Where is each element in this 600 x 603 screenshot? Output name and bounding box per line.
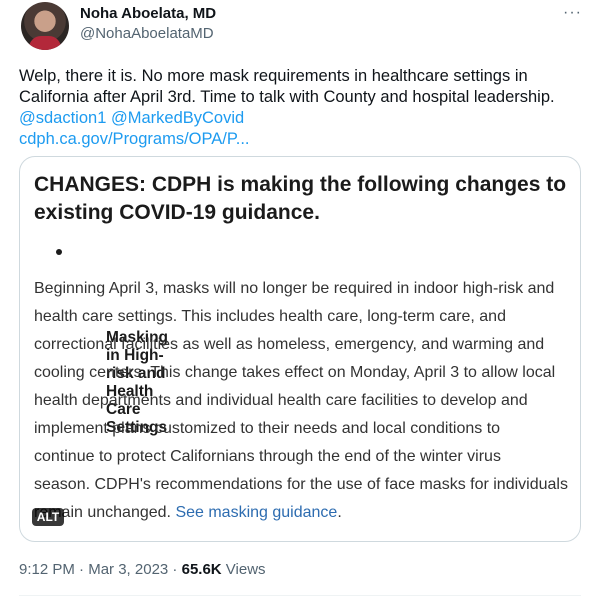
card-title: CHANGES: CDPH is making the following ch… xyxy=(34,173,567,224)
tweet-text: Welp, there it is. No more mask requirem… xyxy=(19,66,589,150)
meta-separator: · xyxy=(74,561,89,578)
tweet-line-2: California after April 3rd. Time to talk… xyxy=(19,88,555,106)
card-body-line: season. CDPH's recommendations for the u… xyxy=(34,476,568,493)
tweet-url-link[interactable]: cdph.ca.gov/Programs/OPA/P... xyxy=(19,129,589,150)
avatar[interactable] xyxy=(21,2,69,50)
author-handle[interactable]: @NohaAboelataMD xyxy=(80,25,214,42)
image-card[interactable]: CHANGES: CDPH is making the following ch… xyxy=(19,156,581,542)
masking-guidance-link[interactable]: See masking guidance xyxy=(175,504,337,521)
meta-separator: · xyxy=(168,561,182,578)
bullet-icon xyxy=(56,249,62,255)
mention-sdaction1[interactable]: @sdaction1 xyxy=(19,109,106,127)
card-body-line: health departments and individual health… xyxy=(34,392,528,409)
divider xyxy=(19,595,581,596)
card-link-suffix: . xyxy=(337,504,342,521)
tweet-line-1: Welp, there it is. No more mask requirem… xyxy=(19,67,528,85)
tweet-date[interactable]: Mar 3, 2023 xyxy=(88,561,168,578)
more-options-icon[interactable]: ··· xyxy=(563,4,582,22)
alt-badge[interactable]: ALT xyxy=(32,508,64,526)
tweet-time[interactable]: 9:12 PM xyxy=(19,561,75,578)
card-body-line: cooling centers. This change takes effec… xyxy=(34,364,556,381)
card-body-line: continue to protect Californians through… xyxy=(34,448,501,465)
card-body-line: implement plans customized to their need… xyxy=(34,420,501,437)
tweet-meta: 9:12 PM · Mar 3, 2023 · 65.6K Views xyxy=(19,561,266,578)
card-body-line: health care settings. This includes heal… xyxy=(34,308,506,325)
author-name[interactable]: Noha Aboelata, MD xyxy=(80,5,216,22)
mention-markedbycovid[interactable]: @MarkedByCovid xyxy=(111,109,244,127)
card-body-line: correctional facilities as well as homel… xyxy=(34,336,545,353)
card-body-line: Beginning April 3, masks will no longer … xyxy=(34,280,555,297)
views-label: Views xyxy=(221,561,266,578)
view-count: 65.6K xyxy=(181,561,222,578)
card-body: Beginning April 3, masks will no longer … xyxy=(34,275,569,527)
avatar-shirt xyxy=(29,36,61,50)
